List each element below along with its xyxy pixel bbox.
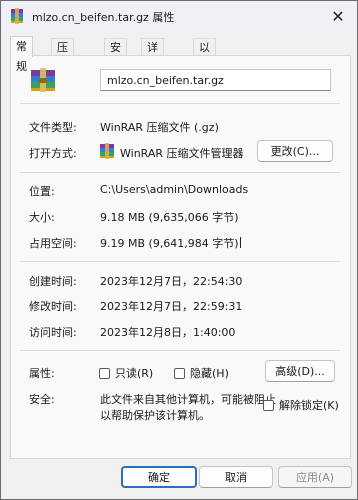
unblock-checkbox-label: 解除锁定(K) <box>279 399 339 412</box>
apply-button[interactable]: 应用(A) <box>278 466 352 488</box>
unblock-checkbox-box[interactable] <box>263 399 274 411</box>
open-with-value: WinRAR 压缩文件管理器 <box>120 147 244 160</box>
winrar-archive-icon <box>11 8 23 24</box>
window-title: mlzo.cn_beifen.tar.gz 属性 <box>32 11 175 24</box>
security-label: 安全: <box>29 393 55 406</box>
title-bar[interactable]: mlzo.cn_beifen.tar.gz 属性 ✕ <box>1 1 357 31</box>
properties-dialog: mlzo.cn_beifen.tar.gz 属性 ✕ 常规 压缩文件 安全 详细… <box>0 0 358 500</box>
readonly-checkbox[interactable]: 只读(R) <box>99 365 153 381</box>
accessed-label: 访问时间: <box>29 326 77 339</box>
divider <box>20 103 340 104</box>
ok-button-label: 确定 <box>148 471 170 484</box>
ok-button[interactable]: 确定 <box>121 466 197 488</box>
cancel-button[interactable]: 取消 <box>199 466 273 488</box>
general-panel: 文件类型: WinRAR 压缩文件 (.gz) 打开方式: WinRAR 压缩文… <box>10 55 351 459</box>
filename-field[interactable] <box>100 69 331 91</box>
size-label: 大小: <box>29 211 55 224</box>
hidden-checkbox[interactable]: 隐藏(H) <box>174 365 229 381</box>
size-value: 9.18 MB (9,635,066 字节) <box>100 211 239 224</box>
close-icon: ✕ <box>331 6 345 26</box>
location-label: 位置: <box>29 185 55 198</box>
unblock-checkbox[interactable]: 解除锁定(K) <box>263 397 339 413</box>
cancel-button-label: 取消 <box>225 471 247 484</box>
divider <box>20 350 340 351</box>
security-text-line-2: 以帮助保护该计算机。 <box>100 409 210 422</box>
close-button[interactable]: ✕ <box>319 1 357 31</box>
created-value: 2023年12月7日，22:54:30 <box>100 275 243 288</box>
file-type-value: WinRAR 压缩文件 (.gz) <box>100 121 219 134</box>
disk-size-label: 占用空间: <box>29 237 77 250</box>
change-button-label: 更改(C)... <box>270 145 320 158</box>
location-value: C:\Users\admin\Downloads <box>100 183 249 196</box>
disk-size-value: 9.19 MB (9,641,984 字节) <box>100 237 241 250</box>
advanced-button[interactable]: 高级(D)... <box>265 360 335 382</box>
readonly-checkbox-label: 只读(R) <box>115 367 154 380</box>
modified-value: 2023年12月7日，22:59:31 <box>100 300 243 313</box>
change-button[interactable]: 更改(C)... <box>257 140 333 162</box>
hidden-checkbox-label: 隐藏(H) <box>190 367 229 380</box>
created-label: 创建时间: <box>29 275 77 288</box>
advanced-button-label: 高级(D)... <box>275 365 325 378</box>
modified-label: 修改时间: <box>29 300 77 313</box>
security-text-line-1: 此文件来自其他计算机，可能被阻止 <box>100 393 276 406</box>
tab-general[interactable]: 常规 <box>10 36 33 73</box>
attributes-label: 属性: <box>29 367 55 380</box>
divider <box>20 261 340 262</box>
dialog-footer: 确定 取消 应用(A) <box>1 459 357 499</box>
open-with-label: 打开方式: <box>29 147 77 160</box>
file-type-label: 文件类型: <box>29 121 77 134</box>
hidden-checkbox-box[interactable] <box>174 367 185 379</box>
readonly-checkbox-box[interactable] <box>99 367 110 379</box>
winrar-icon <box>100 143 114 159</box>
divider <box>20 172 340 173</box>
tab-security[interactable]: 安全 <box>104 38 127 71</box>
accessed-value: 2023年12月8日，1:40:00 <box>100 326 236 339</box>
apply-button-label: 应用(A) <box>295 471 335 484</box>
winrar-archive-icon <box>31 68 55 92</box>
tab-previous-versions[interactable]: 以前的版本 <box>193 38 216 122</box>
tab-details[interactable]: 详细信息 <box>141 38 164 105</box>
tab-archive[interactable]: 压缩文件 <box>51 38 74 105</box>
